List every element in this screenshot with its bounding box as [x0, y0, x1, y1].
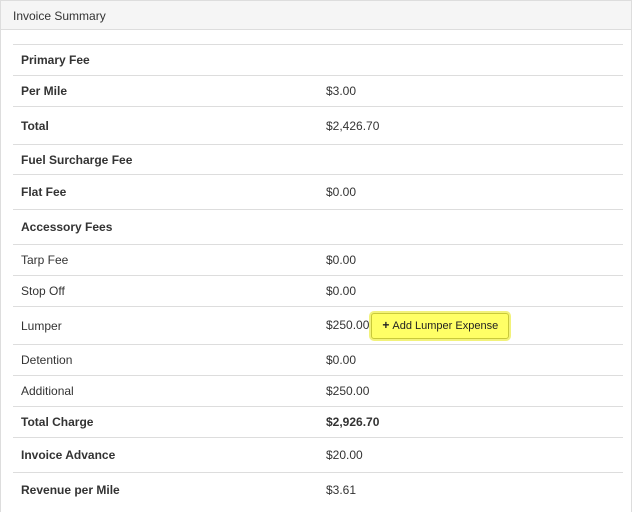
row-label: Primary Fee: [13, 44, 318, 76]
add-lumper-expense-button[interactable]: + Add Lumper Expense: [371, 312, 510, 339]
section-row-fuel-surcharge: Fuel Surcharge Fee: [13, 144, 623, 175]
row-value: $0.00: [318, 344, 623, 376]
invoice-summary-panel: Invoice Summary Primary Fee Per Mile $3.…: [0, 0, 632, 512]
row-value: [318, 209, 623, 245]
table-row-detention: Detention $0.00: [13, 344, 623, 376]
row-value: $0.00: [318, 174, 623, 210]
row-value: $2,426.70: [318, 106, 623, 145]
table-row-tarp-fee: Tarp Fee $0.00: [13, 244, 623, 276]
table-row-flat-fee: Flat Fee $0.00: [13, 174, 623, 210]
invoice-summary-table: Primary Fee Per Mile $3.00 Total $2,426.…: [13, 44, 623, 508]
table-row-total: Total $2,426.70: [13, 106, 623, 145]
table-row-per-mile: Per Mile $3.00: [13, 75, 623, 107]
table-row-total-charge: Total Charge $2,926.70: [13, 406, 623, 438]
row-value: $250.00: [326, 317, 370, 332]
row-value: [318, 44, 623, 76]
table-row-additional: Additional $250.00: [13, 375, 623, 407]
row-label: Invoice Advance: [13, 437, 318, 473]
row-label: Fuel Surcharge Fee: [13, 144, 318, 175]
row-value: [318, 144, 623, 175]
row-value: $2,926.70: [318, 406, 623, 438]
plus-icon: +: [382, 317, 390, 332]
row-value: $3.61: [318, 472, 623, 508]
row-value: $0.00: [318, 275, 623, 307]
table-row-lumper: Lumper $250.00 + Add Lumper Expense: [13, 306, 623, 345]
row-label: Flat Fee: [13, 174, 318, 210]
row-label: Total Charge: [13, 406, 318, 438]
panel-body: Primary Fee Per Mile $3.00 Total $2,426.…: [1, 30, 631, 508]
button-label: Add Lumper Expense: [392, 319, 499, 332]
section-row-primary-fee: Primary Fee: [13, 44, 623, 76]
table-row-stop-off: Stop Off $0.00: [13, 275, 623, 307]
row-label: Revenue per Mile: [13, 472, 318, 508]
row-label: Detention: [13, 344, 318, 376]
table-row-invoice-advance: Invoice Advance $20.00: [13, 437, 623, 473]
row-value: $20.00: [318, 437, 623, 473]
row-label: Lumper: [13, 306, 318, 345]
row-label: Additional: [13, 375, 318, 407]
row-value: $250.00: [318, 375, 623, 407]
row-value-cell: $250.00 + Add Lumper Expense: [318, 306, 623, 345]
row-value: $0.00: [318, 244, 623, 276]
row-label: Stop Off: [13, 275, 318, 307]
row-label: Total: [13, 106, 318, 145]
panel-title: Invoice Summary: [1, 1, 631, 30]
table-row-revenue-per-mile: Revenue per Mile $3.61: [13, 472, 623, 508]
row-label: Per Mile: [13, 75, 318, 107]
row-label: Tarp Fee: [13, 244, 318, 276]
section-row-accessory-fees: Accessory Fees: [13, 209, 623, 245]
row-label: Accessory Fees: [13, 209, 318, 245]
row-value: $3.00: [318, 75, 623, 107]
